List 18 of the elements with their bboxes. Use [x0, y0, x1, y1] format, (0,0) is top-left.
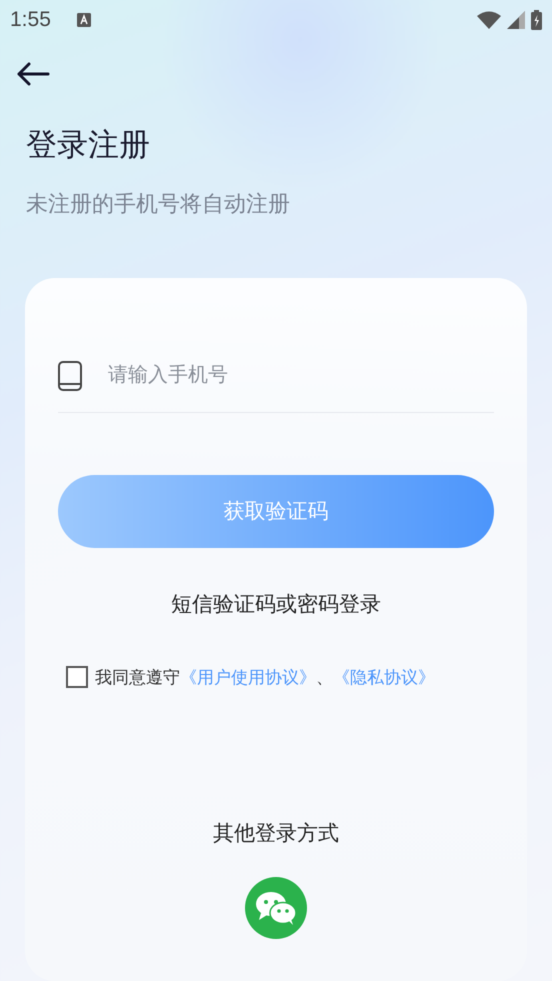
notification-icon [76, 13, 91, 27]
phone-icon [58, 360, 82, 391]
page-subtitle: 未注册的手机号将自动注册 [26, 191, 291, 218]
other-login-label: 其他登录方式 [213, 820, 339, 847]
status-time: 1:55 [10, 8, 51, 32]
chat-bubbles-icon [255, 890, 297, 925]
back-button[interactable] [16, 62, 50, 86]
page-title: 登录注册 [26, 126, 151, 164]
agreement-text: 我同意遵守《用户使用协议》、《隐私协议》 [95, 666, 435, 689]
agreement-link[interactable]: 《用户使用协议》 [180, 668, 316, 687]
wifi-icon [477, 11, 501, 29]
agreement-link[interactable]: 《隐私协议》 [333, 668, 435, 687]
alt-login-link[interactable]: 短信验证码或密码登录 [171, 590, 381, 618]
battery-icon [531, 10, 542, 30]
get-code-button[interactable]: 获取验证码 [58, 474, 494, 548]
phone-field[interactable]: 请输入手机号 [106, 363, 494, 388]
agreement-checkbox[interactable] [66, 666, 88, 688]
signal-icon [507, 11, 525, 29]
